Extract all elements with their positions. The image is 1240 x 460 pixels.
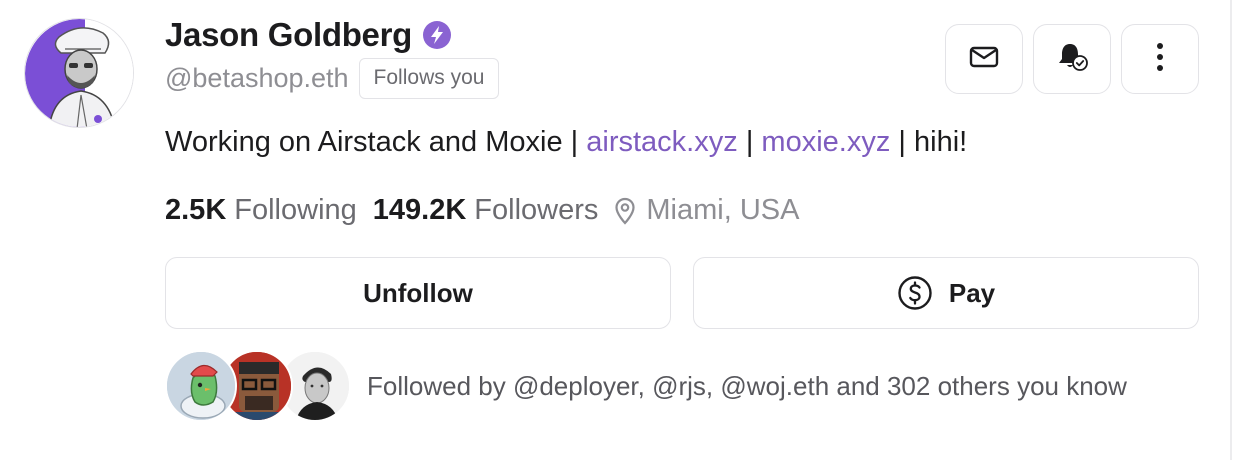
bio-link-moxie[interactable]: moxie.xyz xyxy=(761,126,890,158)
message-button[interactable] xyxy=(945,24,1023,94)
more-options-button[interactable] xyxy=(1121,24,1199,94)
follows-you-badge: Follows you xyxy=(358,58,500,99)
profile-bio: Working on Airstack and Moxie | airstack… xyxy=(165,126,967,159)
following-link[interactable]: 2.5K Following xyxy=(165,194,357,227)
profile-location: Miami, USA xyxy=(646,194,800,226)
more-vertical-icon xyxy=(1156,42,1164,77)
followers-link[interactable]: 149.2K Followers xyxy=(373,194,599,227)
mail-icon xyxy=(969,45,999,74)
bio-link-airstack[interactable]: airstack.xyz xyxy=(586,126,737,158)
profile-name-row: Jason Goldberg xyxy=(165,16,452,54)
profile-avatar[interactable] xyxy=(24,18,134,128)
pay-label: Pay xyxy=(948,277,996,308)
profile-name: Jason Goldberg xyxy=(165,16,413,53)
bio-separator: | xyxy=(570,126,579,158)
following-label: Following xyxy=(234,194,357,226)
notifications-button[interactable] xyxy=(1033,24,1111,94)
bio-separator: | xyxy=(898,126,906,158)
pay-button[interactable]: Pay xyxy=(693,257,1199,329)
location-pin-icon xyxy=(614,197,636,225)
mutual-avatar-deployer[interactable] xyxy=(165,350,237,422)
power-badge-icon xyxy=(422,20,452,50)
bio-text: Working on Airstack and Moxie xyxy=(165,126,563,158)
unfollow-label: Unfollow xyxy=(363,277,473,308)
bell-check-icon xyxy=(1055,41,1089,78)
followers-label: Followers xyxy=(474,194,599,226)
dollar-circle-icon xyxy=(897,275,933,311)
mutual-followers-avatars[interactable] xyxy=(165,350,355,422)
unfollow-button[interactable]: Unfollow xyxy=(165,257,671,329)
profile-stats: 2.5K Following 149.2K Followers Miami, USA xyxy=(165,194,799,227)
bio-separator: | xyxy=(745,126,754,158)
followed-by-text[interactable]: Followed by @deployer, @rjs, @woj.eth an… xyxy=(367,371,1127,402)
panel-divider xyxy=(1230,0,1232,460)
profile-handle-row: @betashop.eth Follows you xyxy=(165,58,500,99)
profile-handle: @betashop.eth xyxy=(165,63,349,93)
bio-text-end: hihi! xyxy=(914,126,968,158)
following-count: 2.5K xyxy=(165,194,227,226)
followers-count: 149.2K xyxy=(372,194,467,226)
